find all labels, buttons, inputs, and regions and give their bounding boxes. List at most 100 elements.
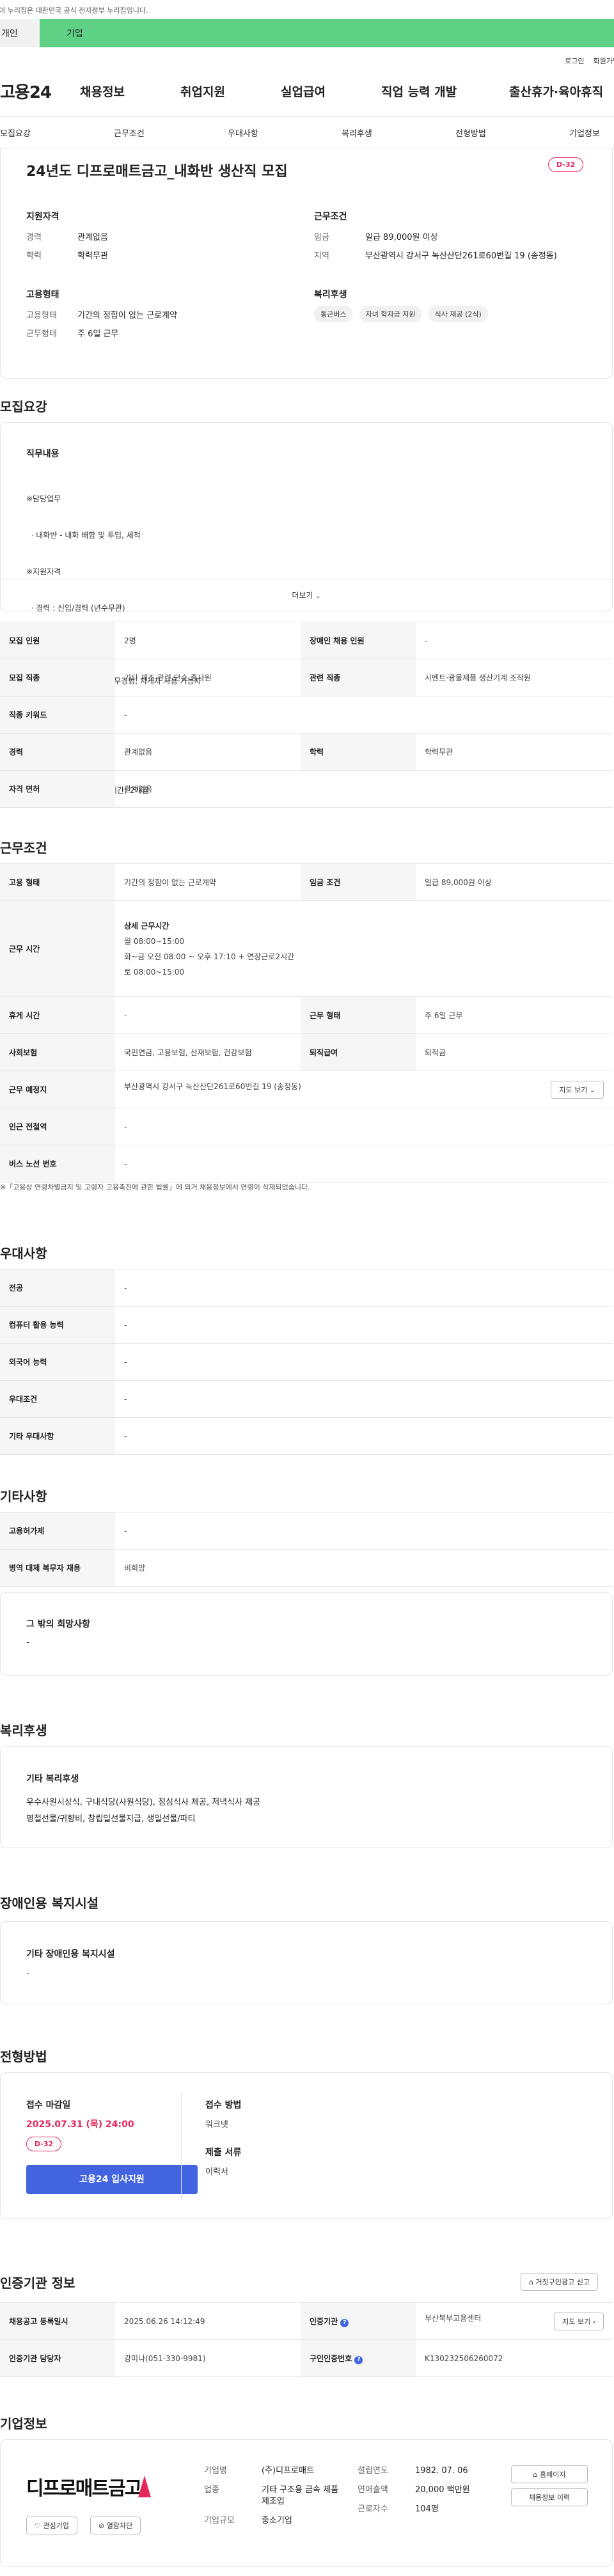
more-button[interactable]: 더보기 ⌄ — [1, 579, 612, 611]
table-cell: 기타 제조 관련 단순 종사원 — [115, 659, 301, 696]
age-note: ※「고용상 연령차별금지 및 고령자 고용촉진에 관한 법률」에 의거 채용정보… — [0, 1183, 310, 1191]
disabled-box-title: 기타 장애인용 복지시설 — [26, 1949, 115, 1959]
cond-title: 근무조건 — [314, 212, 347, 222]
wage-value: 일급 89,000원 이상 — [365, 233, 438, 242]
site-logo[interactable]: 고용24 — [0, 79, 80, 103]
chevron-down-icon: ⌄ — [315, 593, 321, 600]
table-header-cell: 모집 인원 — [0, 622, 115, 659]
table-row: 인근 전철역 - — [0, 1108, 613, 1145]
table-row: 우대조건 - — [0, 1380, 613, 1418]
table-row: 사회보험 국민연금, 고용보험, 산재보험, 건강보험 퇴직급여 퇴직금 — [0, 1033, 613, 1071]
table-row: 전공 - — [0, 1269, 613, 1307]
company-card: 디프로매트금고 ♡ 관심기업 ⊘ 열람차단 기업명 (주)디프로매트 업종 기타 구… — [0, 2439, 613, 2567]
gnb-unemployment[interactable]: 실업급여 — [281, 82, 381, 100]
info-icon[interactable]: ? — [340, 2318, 349, 2327]
global-nav: 고용24 채용정보 취업지원 실업급여 직업 능력 개발 출산휴가·육아휴직 — [0, 65, 614, 116]
emptype-key: 고용형태 — [26, 311, 57, 320]
process-section-title: 전형방법 — [0, 2049, 47, 2064]
table-cell: 강미나(051-330-9981) — [115, 2339, 301, 2377]
etc-section-title: 기타사항 — [0, 1489, 47, 1504]
subnav-process[interactable]: 전형방법 — [455, 127, 569, 139]
table-header-cell: 병역 대체 복무자 채용 — [0, 1549, 115, 1587]
table-cell: - — [115, 1269, 613, 1307]
loc-value: 부산광역시 강서구 녹산산단261로60번길 19 (송정동) — [365, 251, 557, 261]
table-cell: - — [115, 1512, 613, 1550]
hours-line: 화~금 오전 08:00 ~ 오후 17:10 + 연장근로2시간 — [124, 952, 295, 961]
welfare-section-title: 복리후생 — [0, 1723, 47, 1738]
work-section-title: 근무조건 — [0, 840, 47, 856]
subnav-conditions[interactable]: 근무조건 — [114, 127, 228, 139]
loc-key: 지역 — [314, 251, 329, 261]
table-cell: 기간의 정함이 없는 근로계약 — [115, 863, 301, 901]
tab-personal[interactable]: 개인 — [0, 19, 40, 47]
block-icon: ⊘ — [98, 2522, 105, 2530]
subnav-welfare[interactable]: 복리후생 — [342, 127, 455, 139]
signup-link[interactable]: 회원가입 — [594, 56, 614, 66]
apply-button[interactable]: 고용24 입사지원 — [26, 2165, 198, 2194]
disabled-section-title: 장애인용 복지시설 — [0, 1896, 99, 1911]
company-section-title: 기업정보 — [0, 2416, 47, 2431]
block-button[interactable]: ⊘ 열람차단 — [90, 2517, 141, 2534]
employees-value: 104명 — [415, 2504, 439, 2514]
table-header-cell: 구인인증번호 ? — [301, 2339, 416, 2377]
gnb-leave[interactable]: 출산휴가·육아휴직 — [509, 82, 603, 100]
table-row: 인증기관 담당자 강미나(051-330-9981) 구인인증번호 ? K130… — [0, 2339, 613, 2377]
gnb-training[interactable]: 직업 능력 개발 — [381, 82, 509, 100]
table-row: 근무 시간 상세 근무시간 월 08:00~15:00 화~금 오전 08:00… — [0, 900, 613, 997]
fav-company-button[interactable]: ♡ 관심기업 — [26, 2517, 77, 2534]
table-header-cell: 자격 면허 — [0, 770, 115, 808]
gnb-jobs[interactable]: 채용정보 — [80, 82, 180, 100]
other-wishes-title: 그 밖의 희망사항 — [26, 1619, 90, 1630]
table-header-cell: 컴퓨터 활용 능력 — [0, 1306, 115, 1344]
tab-enterprise[interactable]: 기업 — [40, 19, 614, 47]
table-header-cell: 임금 조건 — [301, 863, 416, 901]
docs-value: 이력서 — [205, 2167, 228, 2177]
qual-block: 경력 관계없음 학력 학력무관 — [26, 224, 108, 261]
work-hours-cell: 상세 근무시간 월 08:00~15:00 화~금 오전 08:00 ~ 오후 … — [115, 900, 613, 997]
info-icon[interactable]: ? — [354, 2355, 363, 2364]
sales-key: 연매출액 — [358, 2485, 388, 2495]
map-button[interactable]: 지도 보기 ⌄ — [551, 1080, 604, 1099]
table-header-cell: 퇴직급여 — [301, 1033, 416, 1071]
home-icon: ⌂ — [529, 2278, 533, 2286]
table-header-cell: 직종 키워드 — [0, 696, 115, 734]
table-row: 채용공고 등록일시 2025.06.26 14:12:49 인증기관 ? 부산북… — [0, 2302, 613, 2340]
top-tabbar: 개인 기업 — [0, 19, 614, 47]
edu-key: 학력 — [26, 251, 42, 261]
company-logo: 디프로매트금고 — [26, 2464, 155, 2509]
table-row: 고용허가제 - — [0, 1512, 613, 1550]
employees-key: 근로자수 — [358, 2504, 388, 2514]
subnav-recruit[interactable]: 모집요강 — [0, 127, 114, 139]
gov-banner: 이 누리집은 대한민국 공식 전자정부 누리집입니다. — [0, 6, 148, 15]
chevron-down-icon: ⌄ — [589, 1085, 595, 1094]
heart-icon: ♡ — [35, 2522, 41, 2530]
section-subnav: 모집요강 근무조건 우대사항 복리후생 전형방법 기업정보 — [0, 116, 614, 148]
disabled-value: - — [26, 1969, 29, 1979]
welfare-chips: 통근버스 자녀 학자금 지원 식사 제공 (2식) — [314, 306, 492, 322]
sales-value: 20,000 백만원 — [415, 2485, 470, 2495]
homepage-button[interactable]: ⌂ 홈페이지 — [511, 2465, 588, 2483]
table-row: 외국어 능력 - — [0, 1343, 613, 1381]
table-row: 컴퓨터 활용 능력 - — [0, 1306, 613, 1344]
chip-bus: 통근버스 — [314, 306, 353, 322]
table-header-cell: 인근 전철역 — [0, 1108, 115, 1145]
table-cell: 학력무관 — [416, 733, 613, 771]
subnav-preference[interactable]: 우대사항 — [228, 127, 342, 139]
subnav-company[interactable]: 기업정보 — [569, 127, 600, 139]
process-card: 접수 마감일 2025.07.31 (목) 24:00 D-32 고용24 입사… — [0, 2072, 613, 2219]
table-row: 근무 예정지 부산광역시 강서구 녹산산단261로60번길 19 (송정동) 지… — [0, 1071, 613, 1108]
gnb-employment-support[interactable]: 취업지원 — [180, 82, 281, 100]
deadline-key: 접수 마감일 — [26, 2100, 71, 2110]
welfare-line-2: 명절선물/귀향비, 창립일선물지급, 생일선물/파티 — [26, 1814, 196, 1824]
history-button[interactable]: 채용정보 이력 — [511, 2488, 588, 2506]
login-link[interactable]: 로그인 — [565, 56, 584, 66]
report-button[interactable]: ⌂ 거짓구인광고 신고 — [521, 2273, 598, 2291]
table-header-cell: 버스 노선 번호 — [0, 1145, 115, 1182]
work-table: 고용 형태 기간의 정함이 없는 근로계약 임금 조건 일급 89,000원 이상 근… — [0, 863, 613, 1182]
table-header-cell: 채용공고 등록일시 — [0, 2302, 115, 2340]
table-header-cell: 근무 형태 — [301, 996, 416, 1034]
etc-table: 고용허가제 - 병역 대체 복무자 채용 비희망 — [0, 1512, 613, 1587]
table-header-cell: 인증기관 ? — [301, 2302, 416, 2340]
org-map-button[interactable]: 지도 보기 › — [554, 2312, 604, 2330]
home-icon: ⌂ — [533, 2470, 538, 2479]
